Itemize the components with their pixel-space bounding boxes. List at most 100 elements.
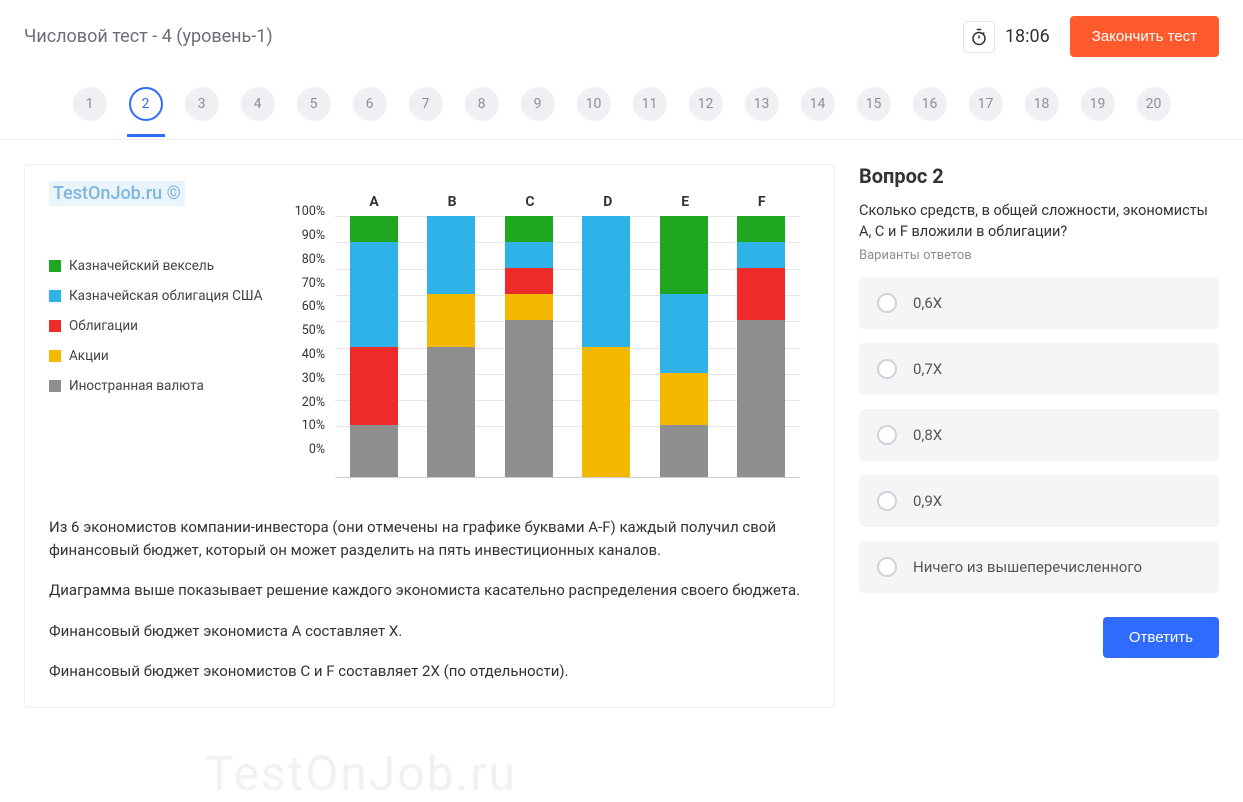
- question-heading: Вопрос 2: [859, 164, 1219, 188]
- bar-segment: [427, 294, 475, 346]
- question-nav-10[interactable]: 10: [577, 87, 611, 121]
- timer: 18:06: [963, 21, 1050, 53]
- bar-segment: [350, 425, 398, 477]
- answer-option-3[interactable]: 0,9X: [859, 475, 1219, 527]
- question-nav-17[interactable]: 17: [969, 87, 1003, 121]
- legend-label: Облигации: [69, 318, 138, 334]
- radio-icon: [877, 359, 897, 379]
- finish-test-button[interactable]: Закончить тест: [1070, 16, 1219, 57]
- bar-segment: [505, 242, 553, 268]
- bar-B: [427, 216, 475, 477]
- radio-icon: [877, 557, 897, 577]
- bar-segment: [505, 268, 553, 294]
- bar-segment: [505, 320, 553, 477]
- legend-swatch: [49, 290, 61, 302]
- chart-panel: TestOnJob.ru © Казначейский вексельКазна…: [24, 164, 835, 708]
- legend-item: Акции: [49, 348, 269, 364]
- legend-item: Казначейская облигация США: [49, 288, 269, 304]
- y-tick: 20%: [285, 395, 331, 419]
- answer-button[interactable]: Ответить: [1103, 617, 1219, 658]
- x-tick: D: [603, 194, 612, 210]
- question-nav-20[interactable]: 20: [1137, 87, 1171, 121]
- bar-D: [582, 216, 630, 477]
- legend-swatch: [49, 320, 61, 332]
- y-tick: 30%: [285, 371, 331, 395]
- bar-C: [505, 216, 553, 477]
- question-nav-4[interactable]: 4: [241, 87, 275, 121]
- question-nav-5[interactable]: 5: [297, 87, 331, 121]
- bar-segment: [427, 347, 475, 478]
- answers-subheading: Варианты ответов: [859, 248, 1219, 263]
- chart-legend: Казначейский вексель Казначейская облигац…: [49, 198, 269, 498]
- question-nav-2[interactable]: 2: [129, 87, 163, 121]
- description-paragraph: Из 6 экономистов компании-инвестора (они…: [49, 516, 810, 561]
- question-nav-15[interactable]: 15: [857, 87, 891, 121]
- option-label: 0,9X: [913, 492, 942, 510]
- page-title: Числовой тест - 4 (уровень-1): [24, 26, 963, 47]
- legend-swatch: [49, 260, 61, 272]
- answer-option-4[interactable]: Ничего из вышеперечисленного: [859, 541, 1219, 593]
- radio-icon: [877, 425, 897, 445]
- bar-segment: [737, 320, 785, 477]
- bar-segment: [737, 216, 785, 242]
- bar-segment: [737, 242, 785, 268]
- y-tick: 90%: [285, 228, 331, 252]
- question-nav-11[interactable]: 11: [633, 87, 667, 121]
- question-nav-14[interactable]: 14: [801, 87, 835, 121]
- question-nav-16[interactable]: 16: [913, 87, 947, 121]
- timer-value: 18:06: [1005, 26, 1050, 47]
- question-nav-12[interactable]: 12: [689, 87, 723, 121]
- y-tick: 60%: [285, 299, 331, 323]
- background-watermark: TestOnJob.ru: [205, 745, 517, 802]
- y-tick: 10%: [285, 418, 331, 442]
- legend-item: Иностранная валюта: [49, 378, 269, 394]
- bar-segment: [350, 216, 398, 242]
- legend-item: Облигации: [49, 318, 269, 334]
- bar-segment: [582, 216, 630, 347]
- bar-segment: [737, 268, 785, 320]
- answer-option-2[interactable]: 0,8X: [859, 409, 1219, 461]
- bar-segment: [660, 373, 708, 425]
- chart-area: ABCDEF 0%10%20%30%40%50%60%70%80%90%100%: [285, 198, 810, 498]
- question-nav-1[interactable]: 1: [73, 87, 107, 121]
- y-tick: 70%: [285, 276, 331, 300]
- description-paragraph: Диаграмма выше показывает решение каждог…: [49, 579, 810, 602]
- question-nav-6[interactable]: 6: [353, 87, 387, 121]
- bar-segment: [582, 347, 630, 478]
- question-panel: Вопрос 2 Сколько средств, в общей сложно…: [859, 164, 1219, 658]
- bar-segment: [350, 242, 398, 346]
- description-paragraph: Финансовый бюджет экономиста A составляе…: [49, 620, 810, 643]
- stopwatch-icon: [963, 21, 995, 53]
- question-nav-3[interactable]: 3: [185, 87, 219, 121]
- option-label: 0,8X: [913, 426, 942, 444]
- question-nav-13[interactable]: 13: [745, 87, 779, 121]
- bar-segment: [427, 216, 475, 294]
- bar-segment: [660, 425, 708, 477]
- y-tick: 80%: [285, 252, 331, 276]
- bar-segment: [350, 347, 398, 425]
- legend-label: Казначейский вексель: [69, 258, 214, 274]
- legend-label: Иностранная валюта: [69, 378, 204, 394]
- y-tick: 100%: [285, 204, 331, 228]
- question-nav-19[interactable]: 19: [1081, 87, 1115, 121]
- option-label: 0,7X: [913, 360, 942, 378]
- description-paragraph: Финансовый бюджет экономистов С и F сост…: [49, 660, 810, 683]
- x-tick: A: [369, 194, 378, 210]
- legend-label: Казначейская облигация США: [69, 288, 263, 304]
- question-nav-8[interactable]: 8: [465, 87, 499, 121]
- option-label: 0,6X: [913, 294, 942, 312]
- bar-A: [350, 216, 398, 477]
- answer-option-0[interactable]: 0,6X: [859, 277, 1219, 329]
- radio-icon: [877, 491, 897, 511]
- question-nav-7[interactable]: 7: [409, 87, 443, 121]
- x-tick: E: [681, 194, 689, 210]
- question-nav-9[interactable]: 9: [521, 87, 555, 121]
- question-nav-18[interactable]: 18: [1025, 87, 1059, 121]
- answer-option-1[interactable]: 0,7X: [859, 343, 1219, 395]
- bar-segment: [660, 294, 708, 372]
- bar-segment: [505, 216, 553, 242]
- bar-segment: [505, 294, 553, 320]
- x-tick: C: [525, 194, 534, 210]
- option-label: Ничего из вышеперечисленного: [913, 558, 1142, 576]
- y-tick: 0%: [285, 442, 331, 466]
